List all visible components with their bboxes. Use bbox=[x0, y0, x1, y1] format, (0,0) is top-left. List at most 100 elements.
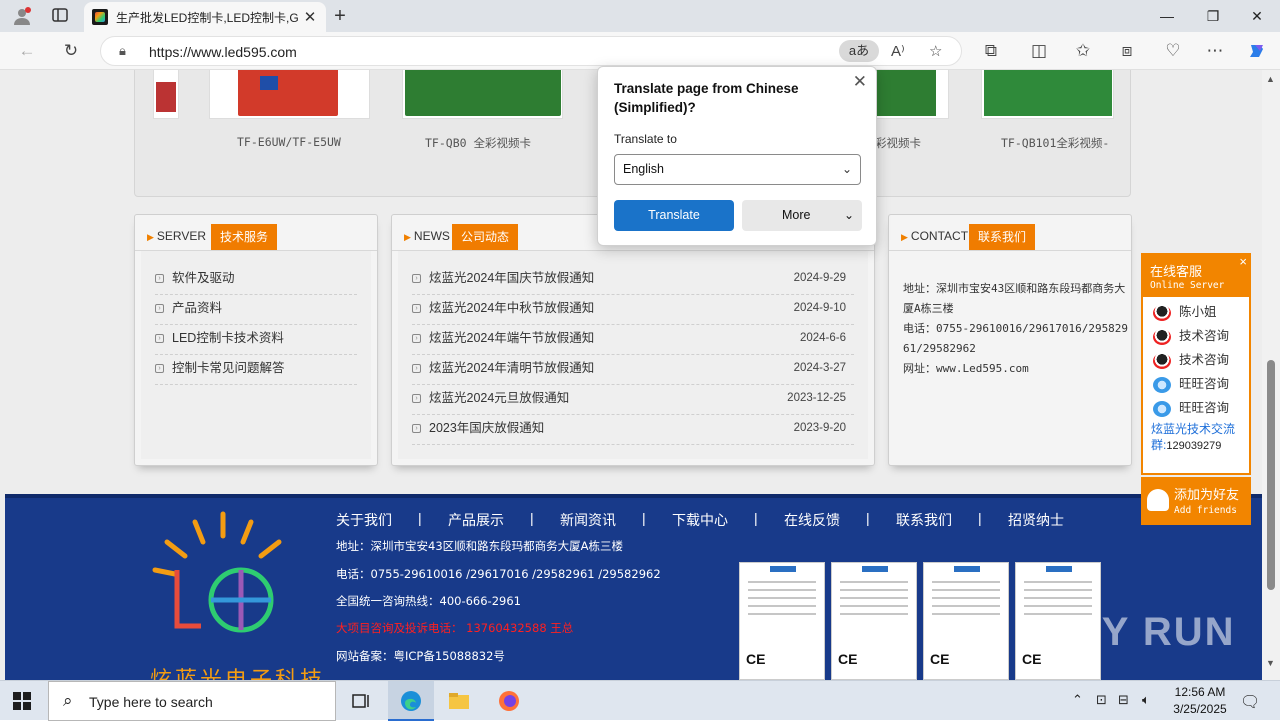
footer-link-downloads[interactable]: 下载中心 bbox=[672, 510, 728, 530]
product-image[interactable] bbox=[153, 70, 179, 119]
footer-link-news[interactable]: 新闻资讯 bbox=[560, 510, 616, 530]
task-view-icon[interactable] bbox=[349, 689, 373, 713]
chat-contact[interactable]: 陈小姐 bbox=[1153, 301, 1217, 323]
refresh-icon[interactable]: ↻ bbox=[60, 41, 82, 61]
scroll-thumb[interactable] bbox=[1267, 360, 1275, 590]
footer-hotline: 全国统一咨询热线：400-666-2961 bbox=[336, 594, 521, 608]
file-explorer-icon[interactable] bbox=[447, 689, 471, 713]
chat-subtitle: Online Server bbox=[1150, 280, 1225, 291]
browser-tab[interactable]: 生产批发LED控制卡,LED控制卡,G ✕ bbox=[84, 2, 326, 32]
chat-contact[interactable]: 旺旺咨询 bbox=[1153, 397, 1229, 419]
server-item[interactable]: › 控制卡常见问题解答 bbox=[155, 355, 357, 385]
close-window-icon[interactable]: ✕ bbox=[1234, 0, 1280, 32]
bullet-icon: › bbox=[155, 304, 164, 314]
wangwang-icon bbox=[1153, 400, 1171, 417]
product-image[interactable] bbox=[981, 70, 1114, 119]
copilot-icon[interactable] bbox=[1246, 41, 1268, 61]
system-clock[interactable]: 12:56 AM 3/25/2025 bbox=[1170, 684, 1230, 718]
language-select[interactable]: English ⌄ bbox=[614, 154, 861, 185]
network-icon[interactable]: ⊡ bbox=[1096, 692, 1107, 708]
server-item[interactable]: › LED控制卡技术资料 bbox=[155, 325, 357, 355]
firefox-icon[interactable] bbox=[497, 689, 521, 713]
product-image[interactable] bbox=[875, 70, 949, 119]
notification-icon[interactable]: 🗨︎ bbox=[1240, 692, 1260, 712]
footer-link-feedback[interactable]: 在线反馈 bbox=[784, 510, 840, 530]
online-service-widget: 在线客服 Online Server × 陈小姐 技术咨询 技术咨询 旺旺咨询 … bbox=[1141, 253, 1251, 525]
minimize-icon[interactable]: — bbox=[1144, 0, 1190, 32]
wifi-icon[interactable]: ⊟ bbox=[1118, 692, 1129, 708]
product-caption[interactable]: TF-QB101全彩视频- bbox=[1001, 135, 1109, 151]
back-icon[interactable]: ← bbox=[16, 41, 38, 61]
add-friend-button[interactable]: 添加为好友 Add friends bbox=[1141, 477, 1251, 525]
tab-actions-icon[interactable] bbox=[50, 6, 70, 26]
bullet-icon: › bbox=[412, 334, 421, 344]
split-screen-icon[interactable]: ◫ bbox=[1028, 41, 1050, 61]
footer-complaint-line: 大项目咨询及投诉电话： 13760432588 王总 bbox=[336, 621, 574, 635]
footer-link-products[interactable]: 产品展示 bbox=[448, 510, 504, 530]
collections-icon[interactable]: ⧈ bbox=[1116, 41, 1138, 61]
product-image[interactable] bbox=[209, 70, 370, 119]
news-item[interactable]: › 2023年国庆放假通知 2023-9-20 bbox=[412, 415, 854, 445]
chat-close-icon[interactable]: × bbox=[1239, 254, 1247, 269]
close-tab-icon[interactable]: ✕ bbox=[302, 8, 318, 26]
product-image[interactable] bbox=[402, 70, 563, 119]
taskbar: ⌕ Type here to search ⌃ ⊡ ⊟ 🔈︎ 12:56 AM … bbox=[0, 680, 1280, 721]
footer-link-about[interactable]: 关于我们 bbox=[336, 510, 392, 530]
taskbar-search[interactable]: ⌕ Type here to search bbox=[48, 681, 336, 721]
profile-icon[interactable] bbox=[12, 6, 32, 26]
footer-address: 地址：深圳市宝安43区顺和路东段玛都商务大厦A栋三楼 bbox=[336, 539, 623, 553]
server-header: SERVER 技术服务 bbox=[135, 215, 377, 251]
contact-box: CONTACT 联系我们 地址：深圳市宝安43区顺和路东段玛都商务大厦A栋三楼 … bbox=[888, 214, 1132, 466]
bullet-icon: › bbox=[155, 274, 164, 284]
scroll-up-icon[interactable]: ▲ bbox=[1266, 74, 1275, 84]
footer-link-careers[interactable]: 招贤纳士 bbox=[1008, 510, 1064, 530]
news-item[interactable]: › 炫蓝光2024年中秋节放假通知 2024-9-10 bbox=[412, 295, 854, 325]
certificate-image[interactable]: CE bbox=[923, 562, 1009, 680]
translate-icon[interactable]: aあ bbox=[839, 40, 879, 62]
certificate-image[interactable]: CE bbox=[831, 562, 917, 680]
server-en-title: SERVER bbox=[147, 229, 206, 243]
more-button[interactable]: More ⌄ bbox=[742, 200, 862, 231]
edge-browser-icon[interactable] bbox=[399, 689, 423, 713]
favorite-star-icon[interactable]: ☆ bbox=[929, 42, 942, 60]
chat-contact[interactable]: 技术咨询 bbox=[1153, 349, 1229, 371]
tray-chevron-icon[interactable]: ⌃ bbox=[1072, 692, 1083, 708]
translate-button[interactable]: Translate bbox=[614, 200, 734, 231]
new-tab-icon[interactable]: + bbox=[330, 6, 350, 26]
news-item[interactable]: › 炫蓝光2024年端午节放假通知 2024-6-6 bbox=[412, 325, 854, 355]
favorites-icon[interactable]: ✩ bbox=[1072, 41, 1094, 61]
chat-contact[interactable]: 技术咨询 bbox=[1153, 325, 1229, 347]
footer-link-contact[interactable]: 联系我们 bbox=[896, 510, 952, 530]
page-scrollbar[interactable]: ▲ ▼ bbox=[1262, 70, 1280, 680]
footer-phone: 电话：0755-29610016 /29617016 /29582961 /29… bbox=[336, 567, 661, 581]
address-bar: ← ↻ 🔒︎ https://www.led595.com aあ A⁾ ☆ ⧉ … bbox=[0, 32, 1280, 70]
anyrun-watermark: ANY RUN bbox=[1040, 610, 1236, 654]
performance-icon[interactable]: ♡ bbox=[1162, 41, 1184, 61]
translate-popup: Translate page from Chinese (Simplified)… bbox=[597, 66, 877, 246]
chat-contact[interactable]: 旺旺咨询 bbox=[1153, 373, 1229, 395]
volume-icon[interactable]: 🔈︎ bbox=[1142, 692, 1150, 708]
certificate-image[interactable]: CE bbox=[739, 562, 825, 680]
news-item[interactable]: › 炫蓝光2024元旦放假通知 2023-12-25 bbox=[412, 385, 854, 415]
more-menu-icon[interactable]: ⋯ bbox=[1204, 41, 1226, 61]
search-icon: ⌕ bbox=[63, 691, 73, 710]
scroll-down-icon[interactable]: ▼ bbox=[1266, 658, 1275, 668]
read-aloud-icon[interactable]: A⁾ bbox=[891, 42, 905, 60]
footer-icp[interactable]: 网站备案：粤ICP备15088832号 bbox=[336, 648, 505, 664]
close-icon[interactable]: ✕ bbox=[853, 72, 867, 92]
product-caption[interactable]: 彩视频卡 bbox=[875, 135, 921, 151]
product-caption[interactable]: TF-QB0 全彩视频卡 bbox=[425, 135, 531, 151]
restore-icon[interactable]: ❐ bbox=[1190, 0, 1236, 32]
server-item[interactable]: › 软件及驱动 bbox=[155, 265, 357, 295]
url-field[interactable]: 🔒︎ https://www.led595.com aあ A⁾ ☆ bbox=[100, 36, 962, 66]
server-item[interactable]: › 产品资料 bbox=[155, 295, 357, 325]
windows-start-icon[interactable] bbox=[13, 692, 31, 710]
product-caption[interactable]: TF-E6UW/TF-E5UW bbox=[237, 135, 341, 149]
news-item[interactable]: › 炫蓝光2024年清明节放假通知 2024-3-27 bbox=[412, 355, 854, 385]
extensions-icon[interactable]: ⧉ bbox=[980, 41, 1002, 61]
wangwang-icon bbox=[1153, 376, 1171, 393]
lock-icon[interactable]: 🔒︎ bbox=[119, 43, 126, 59]
chat-group[interactable]: 炫蓝光技术交流群:129039279 bbox=[1151, 421, 1247, 454]
news-item[interactable]: › 炫蓝光2024年国庆节放假通知 2024-9-29 bbox=[412, 265, 854, 295]
qq-icon bbox=[1153, 352, 1171, 369]
